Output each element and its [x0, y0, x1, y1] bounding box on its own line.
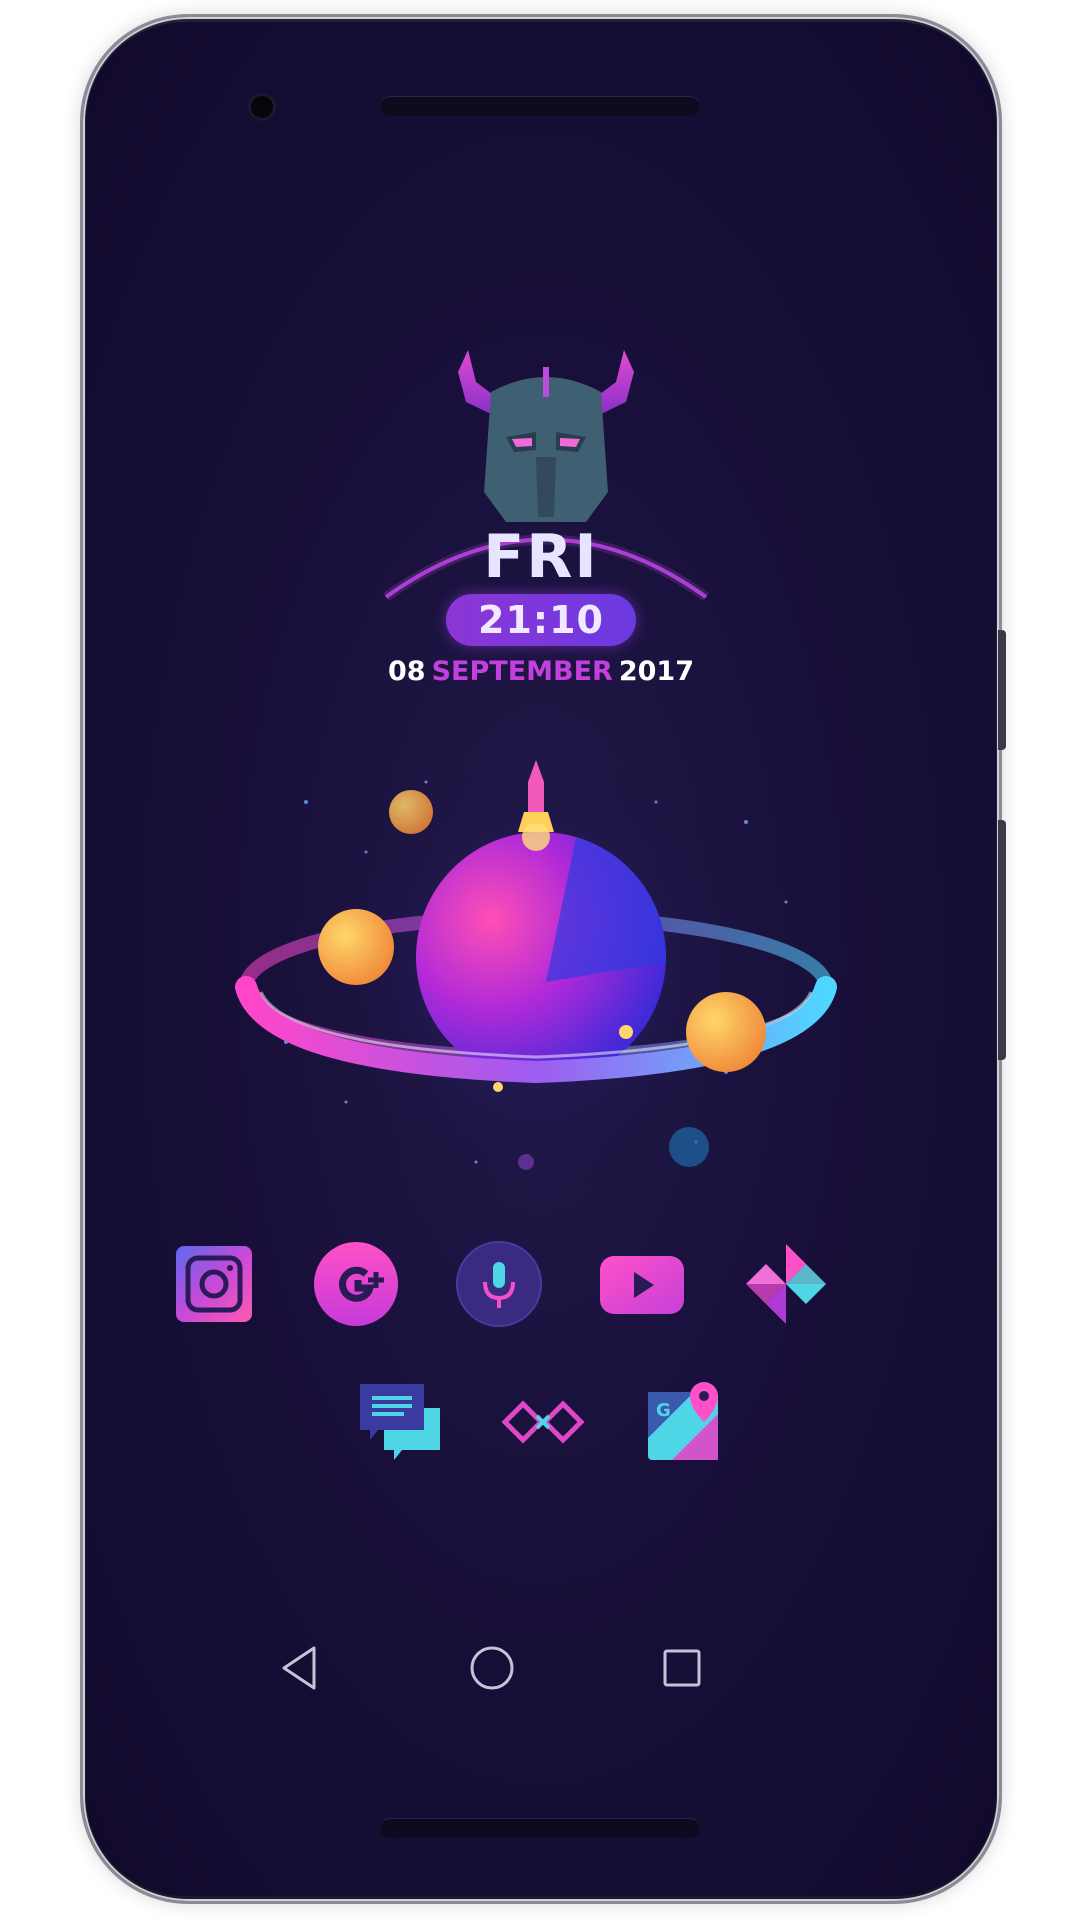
back-button[interactable] [270, 1638, 330, 1698]
top-speaker [380, 96, 700, 116]
clock-time-pill: 21:10 [446, 594, 636, 646]
phone-screen: FRI 21:10 08 SEPTEMBER 2017 G [86, 22, 996, 1896]
recents-button[interactable] [652, 1638, 712, 1698]
link-app-icon[interactable] [499, 1378, 587, 1466]
front-camera [251, 96, 273, 118]
clock-time: 21:10 [478, 598, 604, 642]
messages-icon[interactable] [356, 1378, 444, 1466]
date-month: SEPTEMBER [431, 656, 613, 687]
google-plus-icon[interactable] [312, 1240, 400, 1328]
instagram-icon[interactable] [170, 1240, 258, 1328]
home-icon [470, 1646, 514, 1690]
page: FRI 21:10 08 SEPTEMBER 2017 G [0, 0, 1080, 1920]
youtube-icon[interactable] [598, 1240, 686, 1328]
home-button[interactable] [462, 1638, 522, 1698]
google-photos-icon[interactable] [742, 1240, 830, 1328]
svg-text:G: G [656, 1400, 671, 1421]
power-button [998, 630, 1006, 750]
volume-button [998, 820, 1006, 1060]
bottom-speaker [380, 1818, 700, 1838]
planet-wallpaper-art [235, 742, 837, 1202]
voice-search-icon[interactable] [455, 1240, 543, 1328]
date-year: 2017 [618, 656, 694, 687]
back-icon [282, 1646, 316, 1690]
clock-day: FRI [483, 522, 599, 592]
date-day: 08 [388, 656, 426, 687]
clock-date: 08 SEPTEMBER 2017 [366, 656, 716, 687]
recents-icon [663, 1649, 701, 1687]
google-maps-icon[interactable]: G [642, 1378, 730, 1466]
